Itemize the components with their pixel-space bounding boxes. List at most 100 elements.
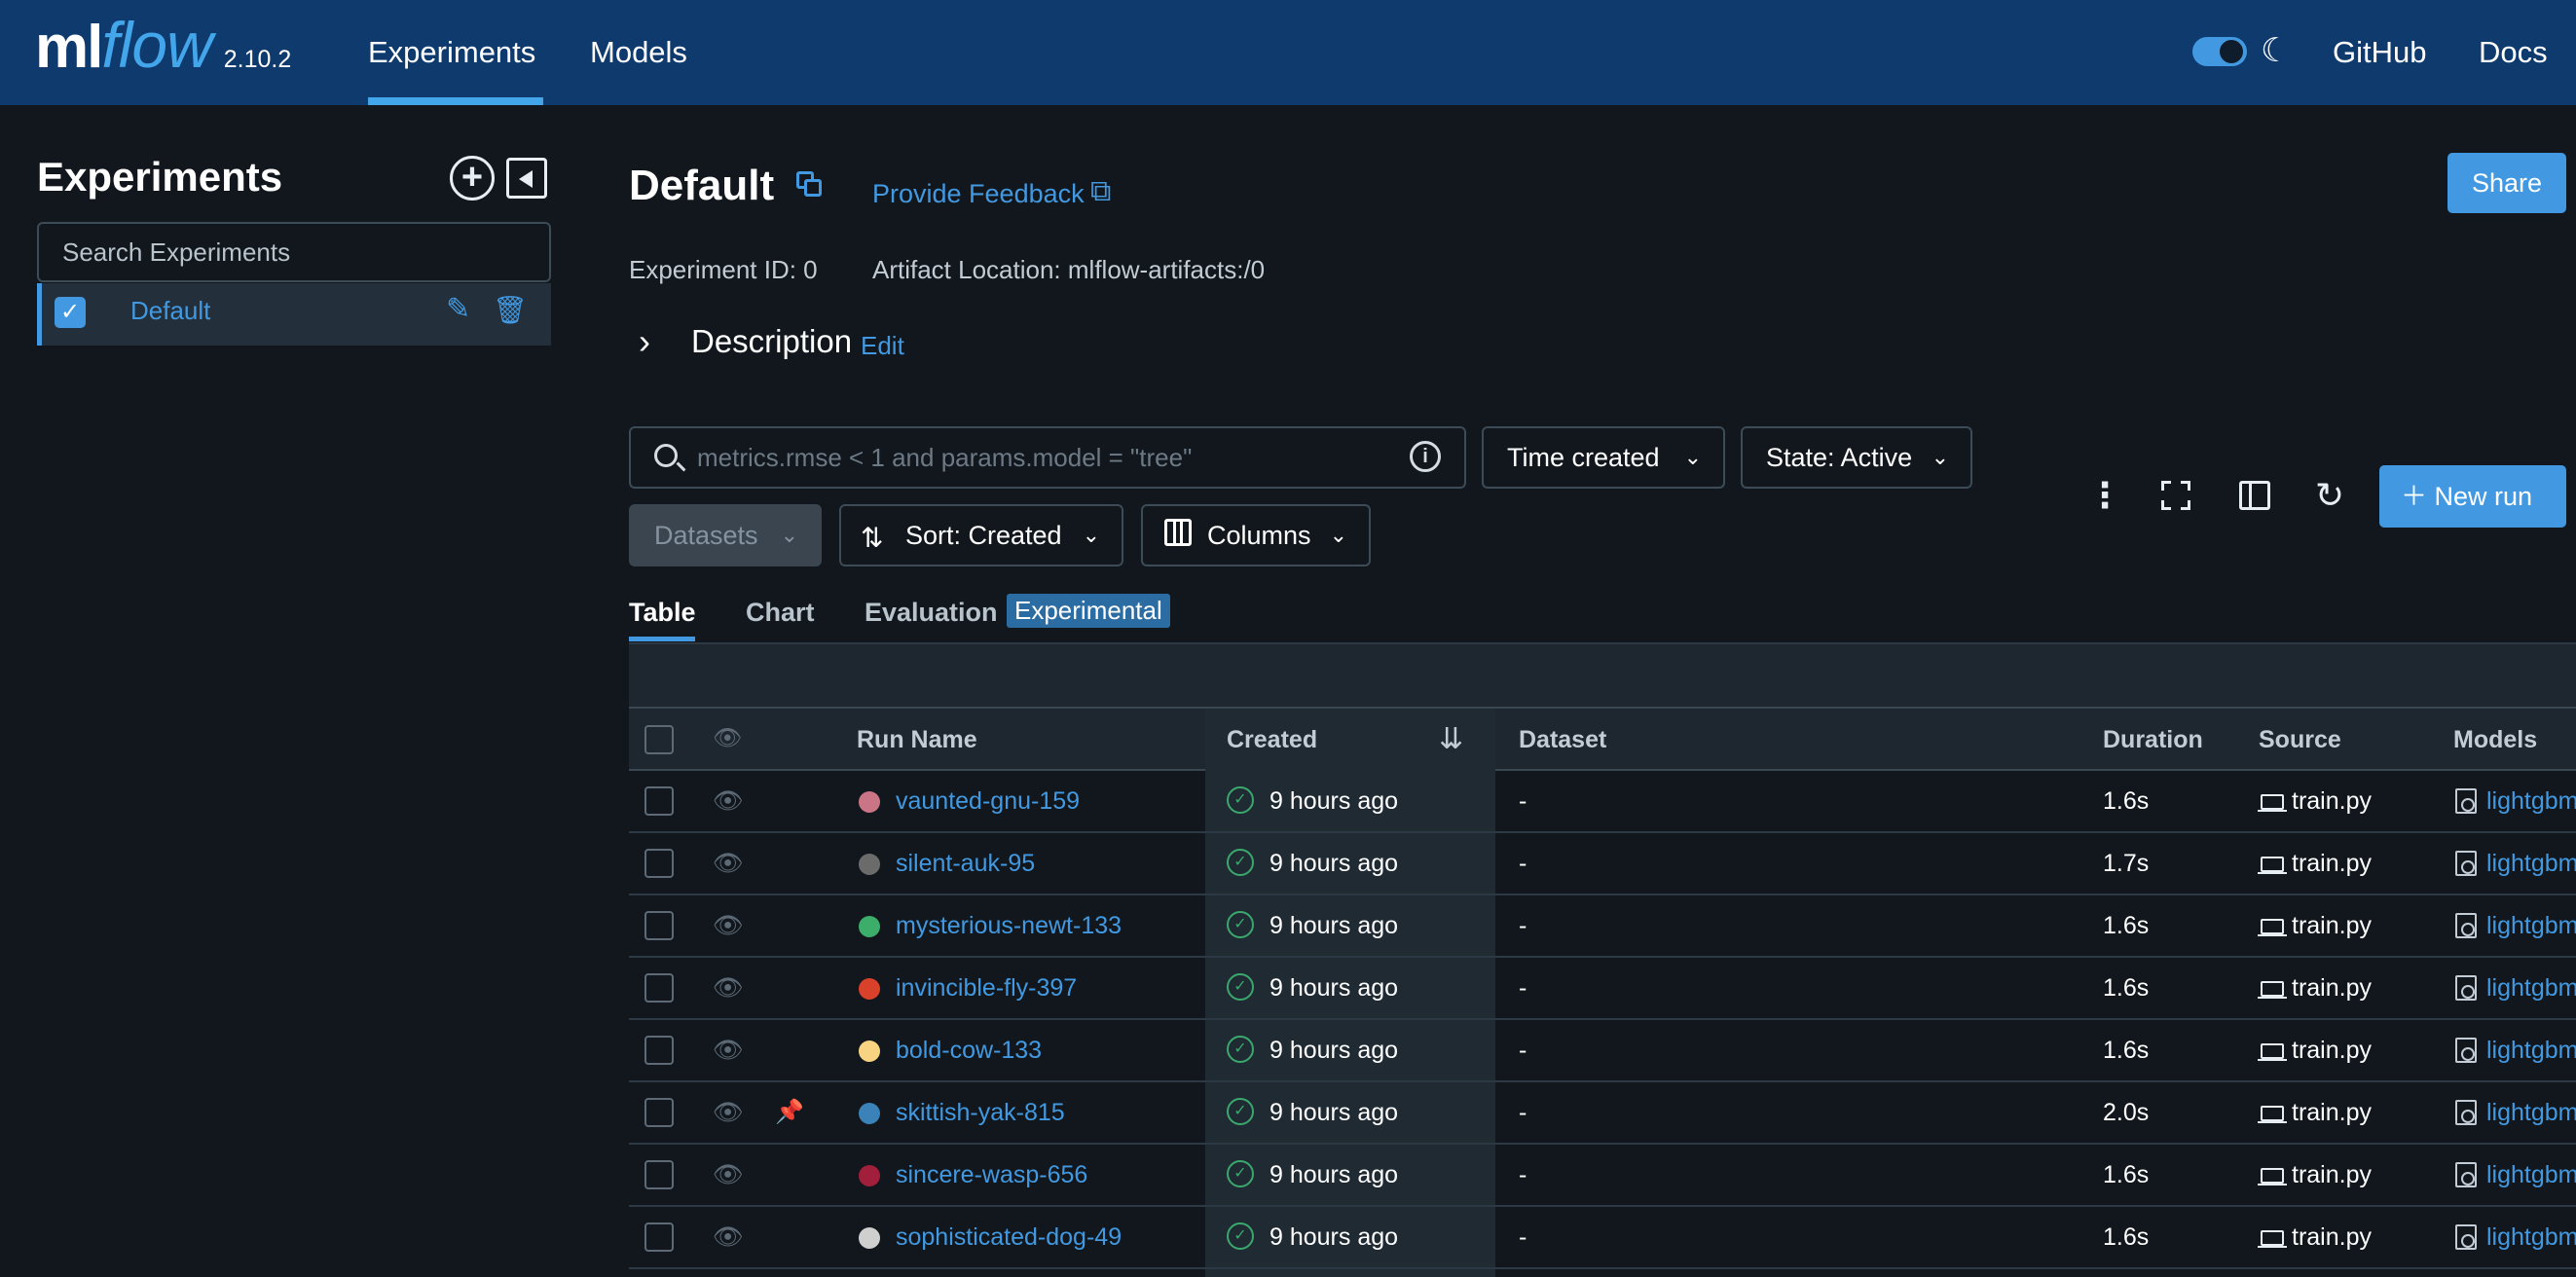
run-name-link[interactable]: sincere-wasp-656 (896, 1145, 1087, 1205)
docs-link[interactable]: Docs (2479, 0, 2548, 105)
eye-icon[interactable]: 👁 (713, 833, 744, 894)
mlflow-logo[interactable]: ml flow 2.10.2 (35, 8, 291, 95)
select-all-checkbox[interactable] (644, 725, 674, 754)
run-color-dot[interactable] (859, 1103, 880, 1124)
run-name-link[interactable]: invincible-fly-397 (896, 958, 1077, 1018)
experiment-checkbox[interactable]: ✓ (55, 297, 86, 328)
tab-chart[interactable]: Chart (746, 598, 815, 628)
run-name-link[interactable]: bold-cow-133 (896, 1020, 1042, 1080)
source-value[interactable]: train.py (2292, 1207, 2372, 1267)
run-name-link[interactable]: silent-auk-95 (896, 833, 1035, 894)
run-color-dot[interactable] (859, 978, 880, 1000)
copy-icon[interactable] (796, 171, 824, 199)
tab-evaluation[interactable]: Evaluation (865, 598, 998, 628)
pin-icon[interactable]: 📌 (775, 1082, 804, 1143)
row-checkbox[interactable] (644, 849, 674, 878)
run-name-link[interactable]: skittish-yak-815 (896, 1082, 1065, 1143)
row-checkbox[interactable] (644, 1098, 674, 1127)
chevron-right-icon[interactable]: › (639, 321, 650, 362)
model-link[interactable]: lightgbm (2486, 958, 2576, 1018)
refresh-icon[interactable]: ↻ (2315, 475, 2344, 516)
model-link[interactable]: lightgbm (2486, 1020, 2576, 1080)
toggle-panel-icon[interactable] (2239, 481, 2270, 510)
provide-feedback-link[interactable]: Provide Feedback (872, 179, 1085, 209)
eye-icon[interactable]: 👁 (713, 1207, 744, 1267)
trash-icon[interactable]: 🗑 (493, 294, 528, 326)
row-checkbox[interactable] (644, 786, 674, 816)
run-color-dot[interactable] (859, 791, 880, 813)
model-link[interactable]: lightgbm (2486, 895, 2576, 956)
table-row[interactable]: 👁 📌 skittish-yak-815 ✓ 9 hours ago - 2.0s train… (629, 1082, 2576, 1145)
share-button[interactable]: Share (2447, 153, 2566, 213)
run-color-dot[interactable] (859, 1040, 880, 1062)
eye-icon[interactable]: 👁 (713, 895, 744, 956)
row-checkbox[interactable] (644, 973, 674, 1003)
new-run-button[interactable]: ＋ New run (2379, 465, 2566, 528)
column-header-source[interactable]: Source (2259, 726, 2341, 754)
run-color-dot[interactable] (859, 916, 880, 937)
nav-tab-experiments[interactable]: Experiments (368, 0, 535, 105)
collapse-sidebar-icon[interactable] (506, 158, 547, 199)
column-header-created[interactable]: Created (1227, 726, 1317, 754)
source-value[interactable]: train.py (2292, 833, 2372, 894)
info-icon[interactable]: i (1410, 441, 1441, 472)
pencil-icon[interactable]: ✎ (446, 292, 470, 326)
run-color-dot[interactable] (859, 1165, 880, 1186)
runs-search-input[interactable] (697, 434, 1398, 481)
table-row[interactable]: 👁 silent-auk-95 ✓ 9 hours ago - 1.7s train.py l… (629, 833, 2576, 895)
table-row[interactable]: 👁 bold-cow-133 ✓ 9 hours ago - 1.6s train.py li… (629, 1020, 2576, 1082)
source-value[interactable]: train.py (2292, 958, 2372, 1018)
eye-icon[interactable]: 👁 (713, 1020, 744, 1080)
tab-table[interactable]: Table (629, 598, 696, 628)
time-created-dropdown[interactable]: Time created ⌄ (1482, 426, 1725, 489)
datasets-dropdown[interactable]: Datasets ⌄ (629, 504, 822, 566)
search-experiments-input[interactable] (37, 222, 551, 282)
run-color-dot[interactable] (859, 1227, 880, 1249)
run-name-link[interactable]: vaunted-gnu-159 (896, 771, 1080, 831)
column-header-dataset[interactable]: Dataset (1519, 726, 1606, 754)
eye-icon[interactable]: 👁 (713, 958, 744, 1018)
eye-icon[interactable]: 👁 (713, 1145, 744, 1205)
experiment-label[interactable]: Default (130, 296, 210, 326)
description-toggle[interactable]: Description (691, 323, 852, 360)
model-link[interactable]: lightgbm (2486, 833, 2576, 894)
fullscreen-icon[interactable] (2161, 481, 2190, 510)
eye-icon[interactable]: 👁 (713, 1082, 744, 1143)
description-edit-link[interactable]: Edit (861, 331, 904, 361)
source-value[interactable]: train.py (2292, 1020, 2372, 1080)
source-value[interactable]: train.py (2292, 1082, 2372, 1143)
column-header-models[interactable]: Models (2453, 726, 2537, 754)
table-row[interactable]: 👁 sophisticated-dog-49 ✓ 9 hours ago - 1.6s tr… (629, 1207, 2576, 1269)
dark-mode-toggle[interactable] (2192, 37, 2247, 66)
source-value[interactable]: train.py (2292, 1145, 2372, 1205)
source-value[interactable]: train.py (2292, 895, 2372, 956)
eye-icon[interactable]: 👁 (713, 724, 742, 752)
source-value[interactable]: train.py (2292, 771, 2372, 831)
table-row[interactable]: 👁 vaunted-gnu-159 ✓ 9 hours ago - 1.6s train.p… (629, 771, 2576, 833)
model-link[interactable]: lightgbm (2486, 771, 2576, 831)
more-options-icon[interactable]: ⋮ (2087, 475, 2122, 516)
table-row[interactable]: 👁 invincible-fly-397 ✓ 9 hours ago - 1.6s trai… (629, 958, 2576, 1020)
sort-descending-icon[interactable]: ⇊ (1439, 722, 1463, 756)
model-link[interactable]: lightgbm (2486, 1145, 2576, 1205)
run-name-link[interactable]: sophisticated-dog-49 (896, 1207, 1122, 1267)
eye-icon[interactable]: 👁 (713, 771, 744, 831)
state-dropdown[interactable]: State: Active ⌄ (1741, 426, 1972, 489)
row-checkbox[interactable] (644, 1222, 674, 1252)
row-checkbox[interactable] (644, 911, 674, 940)
run-color-dot[interactable] (859, 854, 880, 875)
external-link-icon[interactable]: ⧉ (1090, 175, 1111, 208)
nav-tab-models[interactable]: Models (590, 0, 687, 105)
model-link[interactable]: lightgbm (2486, 1082, 2576, 1143)
table-row[interactable]: 👁 sincere-wasp-656 ✓ 9 hours ago - 1.6s train.… (629, 1145, 2576, 1207)
column-header-duration[interactable]: Duration (2103, 726, 2203, 754)
table-row[interactable]: 👁 mysterious-newt-133 ✓ 9 hours ago - 1.6s tra… (629, 895, 2576, 958)
run-name-link[interactable]: mysterious-newt-133 (896, 895, 1122, 956)
column-header-run-name[interactable]: Run Name (857, 726, 977, 754)
row-checkbox[interactable] (644, 1036, 674, 1065)
model-link[interactable]: lightgbm (2486, 1207, 2576, 1267)
add-experiment-icon[interactable]: + (450, 156, 495, 201)
github-link[interactable]: GitHub (2333, 0, 2426, 105)
row-checkbox[interactable] (644, 1160, 674, 1189)
sidebar-item-default[interactable] (37, 283, 551, 346)
